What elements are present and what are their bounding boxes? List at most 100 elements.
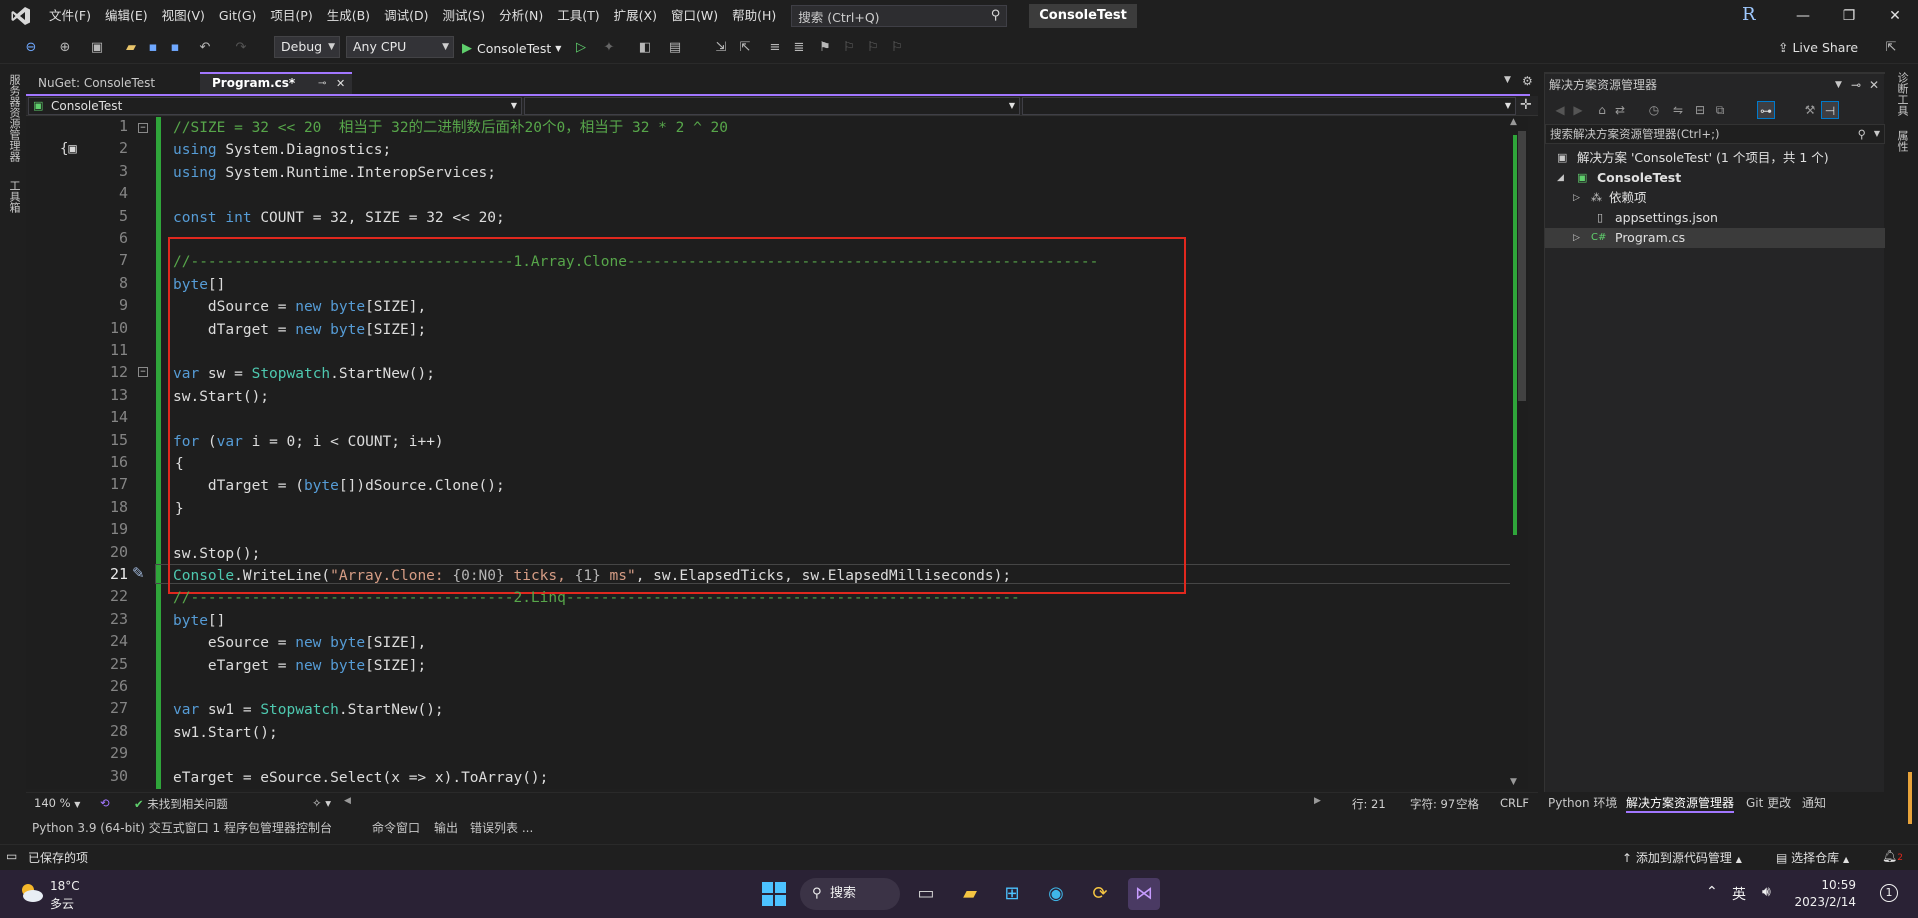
clear-bookmarks-icon[interactable]: ⚐ xyxy=(888,39,906,57)
collapse-arrow-icon[interactable]: ◢ xyxy=(1557,168,1569,188)
collapse-all-icon[interactable]: ⊟ xyxy=(1691,101,1709,119)
show-all-files-icon[interactable]: ⧉ xyxy=(1711,101,1729,119)
save-all-icon[interactable]: ▪ xyxy=(166,39,184,57)
menu-debug[interactable]: 调试(D) xyxy=(377,0,435,32)
feedback-icon[interactable]: ⇱ xyxy=(1882,39,1900,57)
minimize-button[interactable]: — xyxy=(1780,0,1826,32)
scroll-right-icon[interactable]: ▶ xyxy=(1314,796,1321,806)
scroll-up-icon[interactable]: ▲ xyxy=(1510,117,1517,127)
redo-icon[interactable]: ↷ xyxy=(232,39,250,57)
scrollbar-thumb[interactable] xyxy=(1518,131,1526,401)
preview-selected-icon[interactable]: ⊶ xyxy=(1757,101,1775,119)
configuration-select[interactable]: Debug ▼ xyxy=(274,36,340,58)
diagnostic-tools-tab[interactable]: 诊断工具 xyxy=(1896,72,1910,116)
column-indicator[interactable]: 字符: 97 xyxy=(1410,796,1455,812)
live-share-button[interactable]: ⇪ Live Share xyxy=(1778,40,1858,55)
sync-icon[interactable]: ⇋ xyxy=(1669,101,1687,119)
volume-icon[interactable]: 🔊︎ xyxy=(1762,884,1771,900)
resize-handle[interactable] xyxy=(1908,772,1912,824)
forward-icon[interactable]: ⊕ xyxy=(56,39,74,57)
scroll-left-icon[interactable]: ◀ xyxy=(344,796,351,806)
whitespace-indicator[interactable]: 空格 xyxy=(1456,796,1479,812)
clock-date[interactable]: 2023/2/14 xyxy=(1786,895,1856,909)
hot-reload-icon[interactable]: ✦ xyxy=(600,39,618,57)
menu-file[interactable]: 文件(F) xyxy=(42,0,98,32)
tab-package-manager-console[interactable]: 程序包管理器控制台 xyxy=(224,819,332,836)
pin-icon[interactable]: ⊸ xyxy=(318,74,326,93)
file-explorer-icon[interactable]: ▰ xyxy=(954,878,986,910)
filter-icon[interactable]: ⊣ xyxy=(1821,101,1839,119)
code-cleanup-icon[interactable]: ✧ ▾ xyxy=(312,796,331,810)
undo-icon[interactable]: ↶ xyxy=(196,39,214,57)
tab-python-environments[interactable]: Python 环境 xyxy=(1548,794,1617,811)
expand-arrow-icon[interactable]: ▷ xyxy=(1573,228,1585,248)
tray-overflow-icon[interactable]: ⌃ xyxy=(1706,884,1718,900)
code-snippet-icon[interactable]: {▣ xyxy=(60,141,77,157)
step-icon[interactable]: ⇲ xyxy=(712,39,730,57)
solution-search-input[interactable]: 搜索解决方案资源管理器(Ctrl+;) ⚲ ▼ xyxy=(1545,124,1885,144)
bookmark-icon[interactable]: ⚑ xyxy=(816,39,834,57)
taskbar-search-button[interactable]: ⚲ 搜索 xyxy=(800,878,900,910)
gear-icon[interactable]: ⚙ xyxy=(1522,74,1533,88)
server-explorer-tab[interactable]: 服务器资源管理器 xyxy=(8,74,22,162)
microsoft-store-icon[interactable]: ⊞ xyxy=(996,878,1028,910)
project-nav-select[interactable]: ▣ ConsoleTest ▼ xyxy=(28,97,522,115)
properties-icon[interactable]: ⚒ xyxy=(1801,101,1819,119)
start-debugging-button[interactable]: ▶ ConsoleTest ▼ xyxy=(462,37,561,59)
tab-program-cs[interactable]: Program.cs* ⊸ ✕ xyxy=(200,72,352,94)
tree-item-appsettings[interactable]: ▯ appsettings.json xyxy=(1545,208,1885,228)
tree-item-project[interactable]: ◢ ▣ ConsoleTest xyxy=(1545,168,1885,188)
close-panel-icon[interactable]: ✕ xyxy=(1869,74,1879,96)
back-icon[interactable]: ⊖ xyxy=(22,39,40,57)
home-icon[interactable]: ⌂ xyxy=(1593,101,1611,119)
tree-item-dependencies[interactable]: ▷ ⁂ 依赖项 xyxy=(1545,188,1885,208)
tab-error-list[interactable]: 错误列表 ... xyxy=(470,819,533,836)
next-bookmark-icon[interactable]: ⚐ xyxy=(864,39,882,57)
scroll-down-icon[interactable]: ▼ xyxy=(1510,777,1517,787)
task-view-icon[interactable]: ▭ xyxy=(910,878,942,910)
open-folder-icon[interactable]: ▰ xyxy=(122,39,140,57)
tab-git-changes[interactable]: Git 更改 xyxy=(1746,794,1791,811)
tab-list-dropdown-icon[interactable]: ▼ xyxy=(1504,75,1511,85)
menu-git[interactable]: Git(G) xyxy=(212,0,264,32)
tab-python-interactive[interactable]: Python 3.9 (64-bit) 交互式窗口 1 xyxy=(32,819,220,836)
menu-extensions[interactable]: 扩展(X) xyxy=(607,0,664,32)
fold-toggle-icon[interactable]: − xyxy=(138,123,148,133)
type-nav-select[interactable]: ▼ xyxy=(524,97,1020,115)
menu-help[interactable]: 帮助(H) xyxy=(725,0,783,32)
weather-temperature[interactable]: 18°C xyxy=(50,879,80,893)
new-project-icon[interactable]: ▣ xyxy=(88,39,106,57)
menu-build[interactable]: 生成(B) xyxy=(320,0,377,32)
input-language[interactable]: 英 xyxy=(1732,884,1746,904)
maximize-button[interactable]: ❐ xyxy=(1826,0,1872,32)
panel-menu-icon[interactable]: ▼ xyxy=(1835,74,1842,96)
line-ending-indicator[interactable]: CRLF xyxy=(1500,796,1529,810)
expand-arrow-icon[interactable]: ▷ xyxy=(1573,188,1585,208)
global-search-input[interactable]: 搜索 (Ctrl+Q) ⚲ xyxy=(791,5,1008,27)
properties-tab[interactable]: 属性 xyxy=(1896,130,1910,152)
split-editor-icon[interactable]: ✛ xyxy=(1520,97,1532,113)
solution-toolbar-icon[interactable]: ◧ xyxy=(636,39,654,57)
tab-notifications[interactable]: 通知 xyxy=(1802,794,1826,811)
visual-studio-logo-icon[interactable] xyxy=(0,0,42,32)
issues-indicator[interactable]: ✔ 未找到相关问题 xyxy=(134,796,228,812)
account-avatar[interactable]: R xyxy=(1742,4,1760,26)
prev-bookmark-icon[interactable]: ⚐ xyxy=(840,39,858,57)
save-icon[interactable]: ▪ xyxy=(144,39,162,57)
close-tab-icon[interactable]: ✕ xyxy=(336,74,345,93)
layout-icon[interactable]: ▤ xyxy=(666,39,684,57)
platform-select[interactable]: Any CPU ▼ xyxy=(346,36,454,58)
line-indicator[interactable]: 行: 21 xyxy=(1352,796,1386,812)
tab-command-window[interactable]: 命令窗口 xyxy=(372,819,420,836)
start-without-debugging-icon[interactable]: ▷ xyxy=(572,39,590,57)
pin-icon[interactable]: ⊸ xyxy=(1851,74,1861,96)
tree-item-solution[interactable]: ▣ 解决方案 'ConsoleTest' (1 个项目，共 1 个) xyxy=(1545,148,1885,168)
tab-solution-explorer[interactable]: 解决方案资源管理器 xyxy=(1626,794,1735,813)
intellicode-icon[interactable]: ⟲ xyxy=(100,796,110,810)
comment-icon[interactable]: ≡ xyxy=(766,39,784,57)
menu-tools[interactable]: 工具(T) xyxy=(550,0,606,32)
tree-item-program-cs[interactable]: ▷ C# Program.cs xyxy=(1545,228,1885,248)
fold-toggle-icon[interactable]: − xyxy=(138,367,148,377)
menu-project[interactable]: 项目(P) xyxy=(263,0,319,32)
tab-nuget-consoletest[interactable]: NuGet: ConsoleTest xyxy=(26,72,196,94)
